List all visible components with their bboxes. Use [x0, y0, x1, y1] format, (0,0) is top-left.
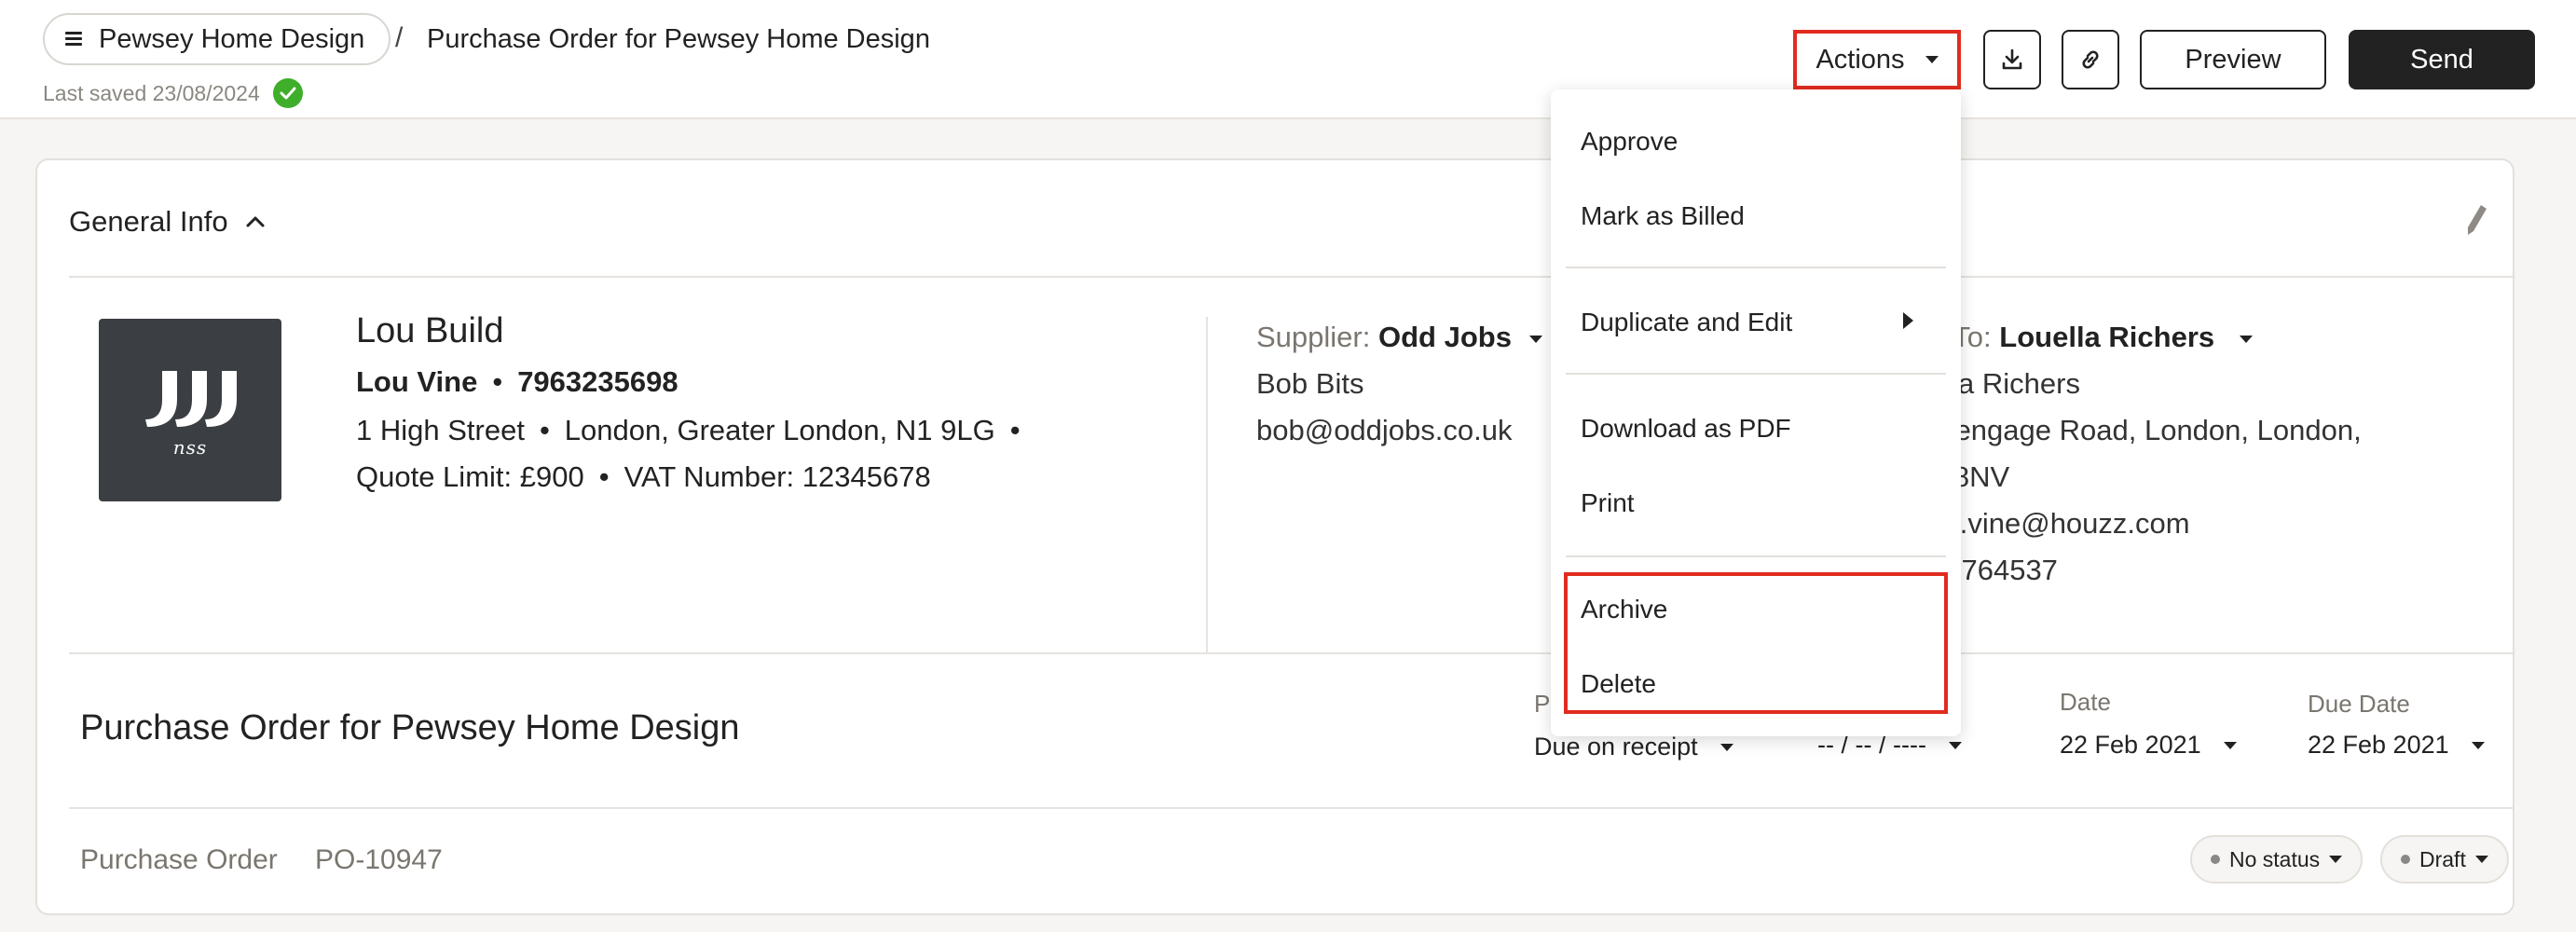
payment-terms-select[interactable]: Due on receipt: [1534, 733, 1733, 761]
status-badge[interactable]: No status: [2190, 835, 2364, 884]
link-icon: [2082, 50, 2099, 69]
state-dot-icon: [2401, 855, 2410, 864]
check-icon: [272, 78, 303, 108]
status-dot-icon: [2211, 855, 2220, 864]
caret-down-icon: [2239, 335, 2253, 343]
company-contact-name: Lou Vine: [356, 365, 478, 398]
archive-delete-highlight: [1564, 572, 1948, 714]
due-date-value: 22 Feb 2021: [2308, 731, 2449, 759]
general-info-title: General Info: [69, 205, 228, 238]
menu-divider: [1566, 555, 1946, 557]
preview-button[interactable]: Preview: [2140, 30, 2326, 89]
last-saved-status: Last saved 23/08/2024: [43, 78, 303, 108]
edit-pencil-icon[interactable]: [2460, 201, 2492, 239]
actions-button[interactable]: Actions: [1793, 30, 1961, 89]
company-address-line: 1 High Street • London, Greater London, N1…: [356, 414, 1021, 446]
project-name: Pewsey Home Design: [99, 23, 365, 54]
status-text: No status: [2229, 846, 2321, 871]
divider: [69, 807, 2513, 809]
caret-down-icon: [2474, 856, 2488, 863]
supplier-email: bob@oddjobs.co.uk: [1256, 414, 1513, 446]
divider: [69, 652, 2513, 654]
ship-to-selector[interactable]: o To: Louella Richers: [1929, 321, 2253, 354]
general-info-toggle[interactable]: General Info: [69, 205, 266, 239]
company-name: Lou Build: [356, 311, 504, 350]
supplier-label: Supplier:: [1256, 321, 1371, 353]
vertical-divider: [1206, 317, 1208, 652]
menu-item-mark-as-billed[interactable]: Mark as Billed: [1581, 201, 1745, 231]
supplier-contact: Bob Bits: [1256, 367, 1364, 400]
menu-item-approve[interactable]: Approve: [1581, 127, 1678, 157]
logo-text: nss: [172, 436, 208, 459]
state-text: Draft: [2419, 846, 2466, 871]
ship-to-line-4: se.vine@houzz.com: [1929, 507, 2190, 540]
quote-limit: Quote Limit: £900: [356, 460, 584, 493]
po-title: Purchase Order for Pewsey Home Design: [80, 708, 740, 747]
menu-item-print[interactable]: Print: [1581, 488, 1635, 518]
menu-icon: [65, 32, 82, 47]
caret-down-icon: [1720, 743, 1733, 751]
caret-down-icon: [1528, 335, 1542, 343]
payment-terms-label: P: [1534, 690, 1551, 718]
download-button[interactable]: [1983, 30, 2041, 89]
due-date-label: Due Date: [2308, 690, 2410, 718]
supplier-selector[interactable]: Supplier: Odd Jobs: [1256, 321, 1542, 354]
ship-to-line-2: reengage Road, London, London,: [1929, 414, 2362, 446]
po-type-label: Purchase Order: [80, 844, 278, 875]
divider: [69, 276, 2513, 278]
submenu-arrow-icon: [1903, 312, 1913, 329]
menu-item-duplicate-and-edit[interactable]: Duplicate and Edit: [1581, 308, 1792, 337]
actions-dropdown-menu: Approve Mark as Billed Duplicate and Edi…: [1551, 89, 1961, 736]
company-phone: 7963235698: [517, 365, 678, 398]
actions-label: Actions: [1816, 44, 1905, 75]
company-limits-line: Quote Limit: £900 • VAT Number: 12345678: [356, 460, 931, 493]
menu-item-download-pdf[interactable]: Download as PDF: [1581, 414, 1791, 444]
state-badge[interactable]: Draft: [2380, 835, 2509, 884]
payment-terms-value: Due on receipt: [1534, 733, 1698, 761]
last-saved-text: Last saved 23/08/2024: [43, 80, 260, 105]
page-title: Purchase Order for Pewsey Home Design: [427, 24, 930, 54]
caret-down-icon: [1925, 56, 1939, 63]
project-menu-button[interactable]: Pewsey Home Design: [43, 13, 391, 65]
company-street: 1 High Street: [356, 414, 525, 446]
chevron-up-icon: [246, 216, 265, 227]
caret-down-icon: [2223, 741, 2237, 749]
date-select[interactable]: 22 Feb 2021: [2060, 731, 2237, 760]
top-header: Pewsey Home Design / Purchase Order for …: [0, 0, 2576, 119]
company-logo: nss: [99, 319, 281, 501]
company-contact-line: Lou Vine • 7963235698: [356, 365, 678, 398]
send-button[interactable]: Send: [2349, 30, 2535, 89]
logo-mark: [145, 371, 237, 427]
date-value: 22 Feb 2021: [2060, 731, 2201, 759]
breadcrumb-separator: /: [395, 22, 404, 53]
purchase-order-card: General Info nss Lou Build Lou Vine • 7963…: [35, 158, 2514, 915]
download-icon: [2002, 48, 2022, 70]
date-label: Date: [2060, 688, 2111, 716]
supplier-name: Odd Jobs: [1377, 321, 1512, 353]
menu-divider: [1566, 267, 1946, 268]
caret-down-icon: [1948, 741, 1962, 749]
menu-divider: [1566, 373, 1946, 375]
due-date-select[interactable]: 22 Feb 2021: [2308, 731, 2485, 760]
caret-down-icon: [2329, 856, 2343, 863]
company-city: London, Greater London, N1 9LG: [564, 414, 995, 446]
po-number: PO-10947: [315, 844, 443, 875]
ship-to-name: Louella Richers: [1999, 321, 2215, 353]
caret-down-icon: [2471, 741, 2485, 749]
vat-number: VAT Number: 12345678: [623, 460, 931, 493]
copy-link-button[interactable]: [2062, 30, 2119, 89]
